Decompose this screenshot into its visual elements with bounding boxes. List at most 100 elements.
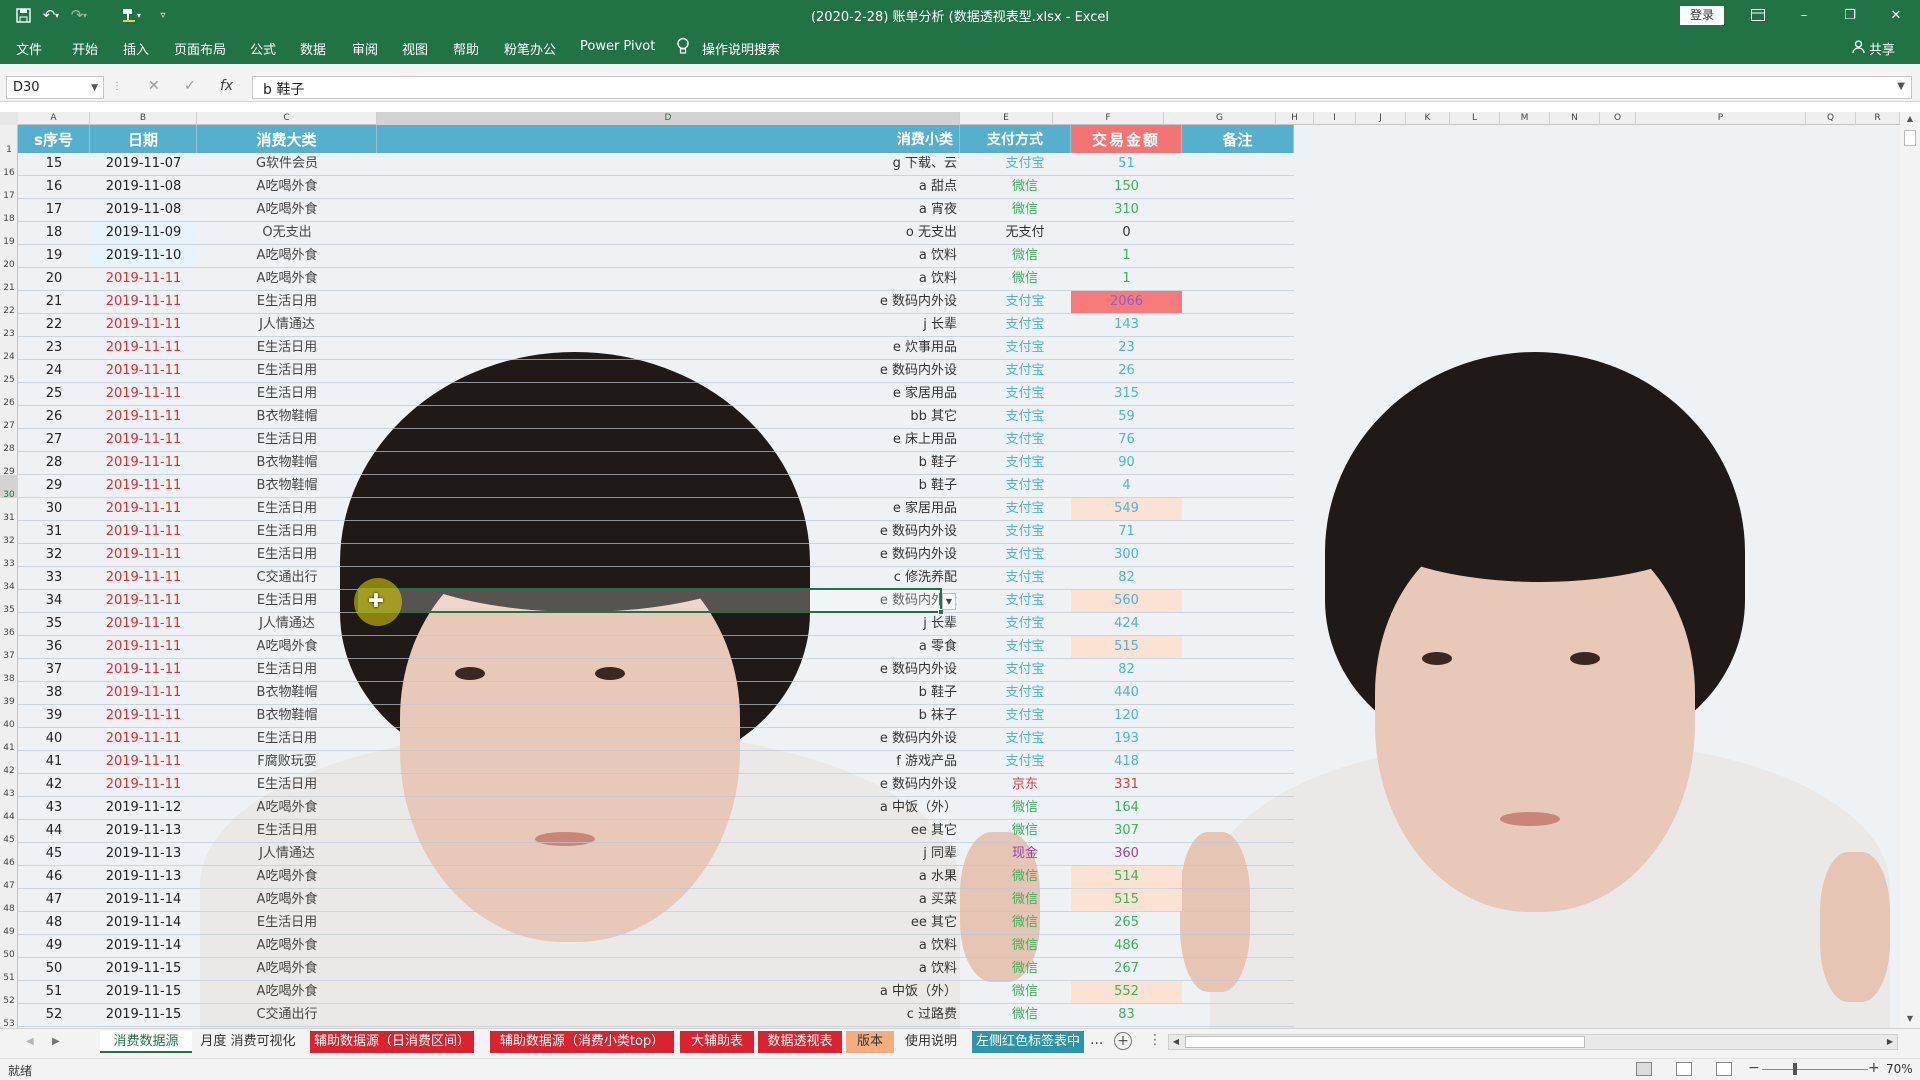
insert-function-icon[interactable]: fx [220,78,233,94]
row-header-53[interactable]: 53 [0,1004,18,1028]
sheet-tab[interactable]: 左侧红色标签表中 [972,1031,1084,1053]
cell-date[interactable]: 2019-11-11 [90,682,197,704]
cell-category[interactable]: E生活日用 [197,291,377,313]
name-box[interactable]: D30 ▼ [6,76,104,99]
cell-seq[interactable]: 51 [18,981,90,1003]
column-header-J[interactable]: J [1356,112,1406,125]
cell-date[interactable]: 2019-11-11 [90,774,197,796]
cell-amount[interactable]: 552 [1071,981,1182,1003]
column-header-Q[interactable]: Q [1806,112,1856,125]
cell-amount[interactable]: 265 [1071,912,1182,934]
cell-date[interactable]: 2019-11-11 [90,268,197,290]
cell-subcategory[interactable]: e 数码内外设 [377,291,960,313]
cell-note[interactable] [1182,889,1294,911]
ribbon-display-icon[interactable] [1740,4,1776,26]
cell-amount[interactable]: 90 [1071,452,1182,474]
row-header-51[interactable]: 51 [0,958,18,983]
row-header-33[interactable]: 33 [0,544,18,569]
cell-note[interactable] [1182,452,1294,474]
sheet-tab[interactable]: 辅助数据源（消费小类top） [490,1031,674,1053]
cell-note[interactable] [1182,567,1294,589]
scroll-down-icon[interactable]: ▼ [1900,1014,1920,1023]
cell-note[interactable] [1182,314,1294,336]
cell-seq[interactable]: 35 [18,613,90,635]
cell-note[interactable] [1182,337,1294,359]
page-layout-view-icon[interactable] [1676,1062,1692,1076]
cell-subcategory[interactable]: e 数码内外设 [377,728,960,750]
cell-note[interactable] [1182,797,1294,819]
cell-category[interactable]: B衣物鞋帽 [197,452,377,474]
cell-date[interactable]: 2019-11-11 [90,498,197,520]
cell-subcategory[interactable]: c 修洗养配 [377,567,960,589]
cell-category[interactable]: E生活日用 [197,383,377,405]
sheet-tab[interactable]: 版本 [846,1031,894,1053]
cell-category[interactable]: A吃喝外食 [197,935,377,957]
cell-amount[interactable]: 424 [1071,613,1182,635]
sheet-tab[interactable]: 辅助数据源（日消费区间） [310,1031,474,1053]
cell-date[interactable]: 2019-11-11 [90,567,197,589]
cell-note[interactable] [1182,291,1294,313]
cell-subcategory[interactable]: j 同辈 [377,843,960,865]
cell-note[interactable] [1182,544,1294,566]
cell-amount[interactable]: 515 [1071,889,1182,911]
chevron-down-icon[interactable]: ▼ [91,83,98,93]
select-all-corner[interactable] [0,112,18,125]
sheet-next-icon[interactable]: ▶ [52,1036,60,1047]
cell-seq[interactable]: 33 [18,567,90,589]
cell-seq[interactable]: 50 [18,958,90,980]
cell-date[interactable]: 2019-11-11 [90,659,197,681]
column-header-G[interactable]: G [1164,112,1276,125]
cell-amount[interactable]: 267 [1071,958,1182,980]
cell-amount[interactable]: 193 [1071,728,1182,750]
cell-date[interactable]: 2019-11-11 [90,590,197,612]
cell-date[interactable]: 2019-11-14 [90,889,197,911]
sheet-tab[interactable]: 使用说明 [898,1031,964,1053]
tab-data[interactable]: 数据 [300,39,326,58]
cell-note[interactable] [1182,521,1294,543]
cell-subcategory[interactable]: a 中饭（外） [377,981,960,1003]
cell-note[interactable] [1182,475,1294,497]
cell-date[interactable]: 2019-11-09 [90,222,197,244]
validation-dropdown-icon[interactable]: ▼ [942,593,956,610]
cell-seq[interactable]: 48 [18,912,90,934]
column-header-O[interactable]: O [1600,112,1636,125]
cell-amount[interactable]: 82 [1071,659,1182,681]
cell-seq[interactable]: 18 [18,222,90,244]
cell-category[interactable]: E生活日用 [197,521,377,543]
cell-amount[interactable]: 315 [1071,383,1182,405]
cell-category[interactable]: E生活日用 [197,498,377,520]
more-sheets-button[interactable]: ... [1090,1032,1103,1048]
cell-amount[interactable]: 143 [1071,314,1182,336]
cell-category[interactable]: A吃喝外食 [197,199,377,221]
row-header-46[interactable]: 46 [0,843,18,868]
cell-date[interactable]: 2019-11-11 [90,705,197,727]
horizontal-scroll-thumb[interactable] [1185,1036,1585,1048]
row-header-16[interactable]: 16 [0,153,18,178]
cell-amount[interactable]: 307 [1071,820,1182,842]
row-header-36[interactable]: 36 [0,613,18,638]
cell-date[interactable]: 2019-11-11 [90,636,197,658]
cell-seq[interactable]: 46 [18,866,90,888]
cell-seq[interactable]: 29 [18,475,90,497]
cell-amount[interactable]: 310 [1071,199,1182,221]
expand-formula-icon[interactable]: ▼ [1897,81,1905,92]
cell-note[interactable] [1182,820,1294,842]
minimize-button[interactable]: – [1786,4,1822,26]
cell-date[interactable]: 2019-11-11 [90,544,197,566]
cell-seq[interactable]: 38 [18,682,90,704]
vertical-scroll-thumb[interactable] [1904,130,1916,146]
cell-subcategory[interactable]: a 饮料 [377,245,960,267]
cell-subcategory[interactable]: e 数码内外设 [377,659,960,681]
cell-category[interactable]: B衣物鞋帽 [197,682,377,704]
sheet-prev-icon[interactable]: ◀ [26,1036,34,1047]
horizontal-scrollbar[interactable]: ◀ ▶ [1168,1034,1898,1050]
cell-date[interactable]: 2019-11-13 [90,866,197,888]
header-note[interactable]: 备注 [1182,125,1294,153]
row-header-43[interactable]: 43 [0,774,18,799]
cell-subcategory[interactable]: a 中饭（外） [377,797,960,819]
cell-category[interactable]: J人情通达 [197,314,377,336]
cell-subcategory[interactable]: b 鞋子 [377,682,960,704]
tab-review[interactable]: 审阅 [352,39,378,58]
row-header-18[interactable]: 18 [0,199,18,224]
cell-note[interactable] [1182,935,1294,957]
